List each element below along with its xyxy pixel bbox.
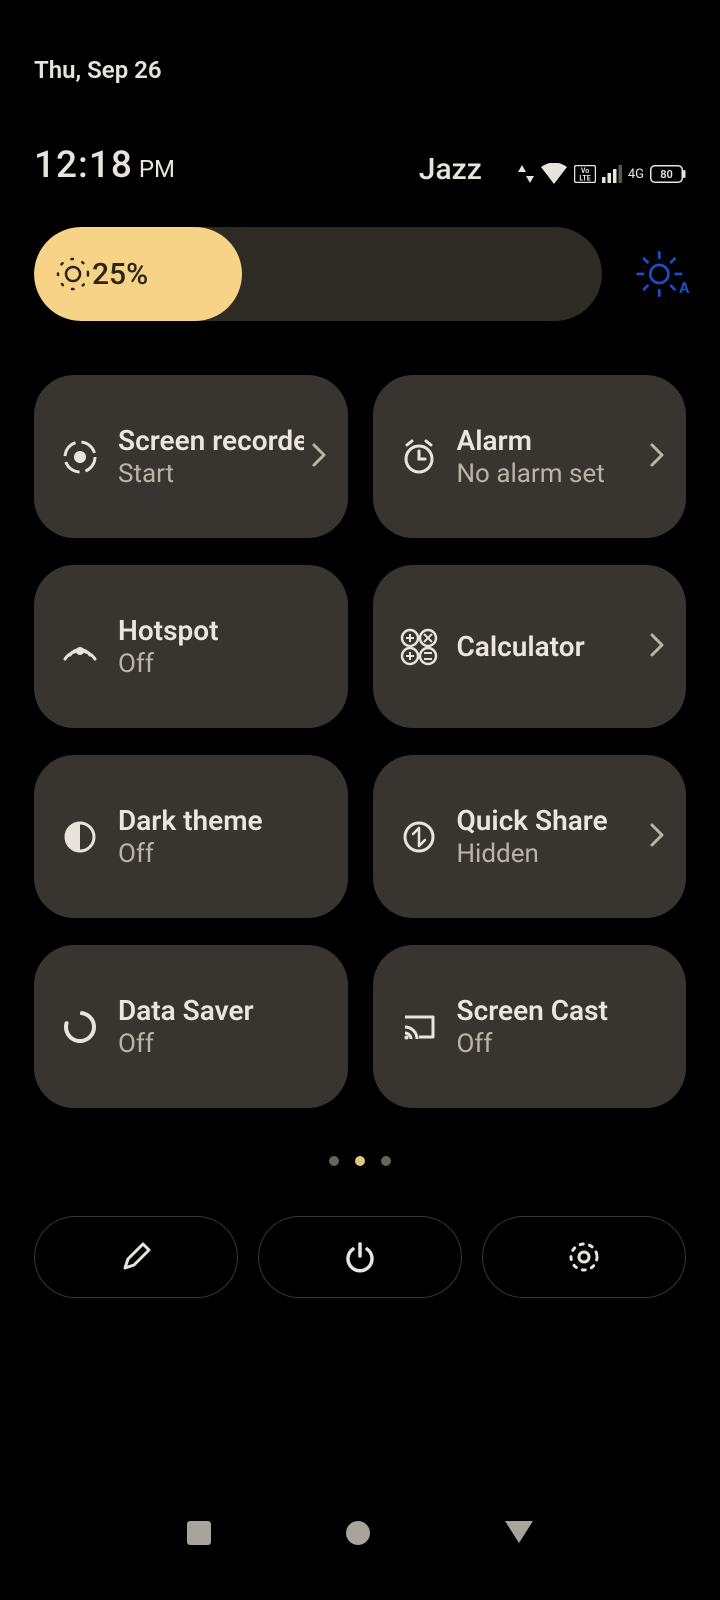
page-indicator [0,1108,720,1166]
chevron-right-icon[interactable] [310,441,328,473]
tile-dark-theme[interactable]: Dark theme Off [34,755,348,918]
record-icon [58,435,102,479]
auto-brightness-icon: A [634,246,690,302]
power-icon [343,1240,377,1274]
chevron-right-icon[interactable] [648,631,666,663]
tile-screen-cast[interactable]: Screen Cast Off [373,945,687,1108]
tile-sub: Off [457,1029,667,1059]
tile-hotspot[interactable]: Hotspot Off [34,565,348,728]
tile-screen-recorder[interactable]: Screen recorder Start [34,375,348,538]
tile-data-saver[interactable]: Data Saver Off [34,945,348,1108]
tile-sub: Off [118,649,328,679]
gear-icon [567,1240,601,1274]
power-button[interactable] [258,1216,462,1298]
status-icons: VoLTE 4G 80 [518,163,686,187]
tile-title: Hotspot [118,614,328,647]
brightness-slider[interactable]: 25% [34,227,602,321]
auto-brightness-toggle[interactable]: A [634,246,690,302]
tile-title: Screen recorder [118,424,304,457]
tile-sub: No alarm set [457,459,643,489]
nav-back[interactable] [502,1518,536,1552]
carrier-label: Jazz [419,152,482,187]
bottom-actions [0,1166,720,1298]
alarm-icon [397,435,441,479]
calculator-icon [397,625,441,669]
date-label[interactable]: Thu, Sep 26 [0,0,720,84]
quick-tiles-grid: Screen recorder Start Alarm No alarm set… [0,321,720,1108]
tile-title: Alarm [457,424,643,457]
hotspot-icon [58,625,102,669]
tile-sub: Start [118,459,304,489]
tile-alarm[interactable]: Alarm No alarm set [373,375,687,538]
time-suffix: PM [139,155,175,183]
wifi-icon [540,163,568,185]
tile-title: Quick Share [457,804,643,837]
chevron-right-icon[interactable] [648,441,666,473]
volte-icon: VoLTE [574,165,596,183]
page-dot [381,1156,391,1166]
dark-theme-icon [58,815,102,859]
chevron-right-icon[interactable] [648,821,666,853]
tile-title: Data Saver [118,994,328,1027]
svg-text:A: A [679,279,690,297]
time-value: 12:18 [34,144,133,187]
tile-title: Calculator [457,630,643,663]
data-arrows-icon [518,163,534,185]
svg-text:80: 80 [660,168,673,181]
data-saver-icon [58,1005,102,1049]
status-row: 12:18PM Jazz VoLTE 4G 80 [0,84,720,187]
battery-icon: 80 [650,165,686,183]
nav-bar [0,1518,720,1552]
settings-button[interactable] [482,1216,686,1298]
network-type-label: 4G [628,167,644,182]
signal-icon [602,165,622,183]
tile-title: Screen Cast [457,994,667,1027]
page-dot-active [355,1156,365,1166]
tile-sub: Off [118,839,328,869]
tile-sub: Hidden [457,839,643,869]
nav-recent[interactable] [184,1518,214,1552]
cast-icon [397,1005,441,1049]
brightness-icon [56,257,90,291]
tile-calculator[interactable]: Calculator [373,565,687,728]
edit-button[interactable] [34,1216,238,1298]
pencil-icon [119,1240,153,1274]
svg-text:LTE: LTE [579,175,590,183]
brightness-row: 25% A [0,187,720,321]
tile-quick-share[interactable]: Quick Share Hidden [373,755,687,918]
nav-home[interactable] [343,1518,373,1552]
time-display: 12:18PM [34,144,175,187]
page-dot [329,1156,339,1166]
brightness-percent: 25% [92,257,148,292]
tile-title: Dark theme [118,804,328,837]
quick-share-icon [397,815,441,859]
tile-sub: Off [118,1029,328,1059]
